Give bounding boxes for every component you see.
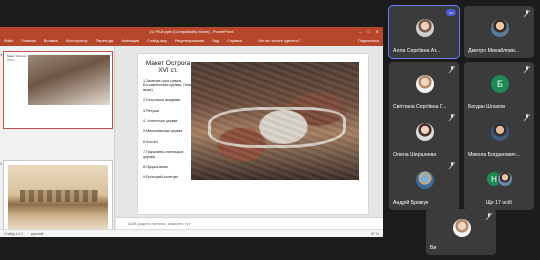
participant-tile[interactable]: Андрій Брижук <box>389 158 459 210</box>
thumb-number-2: 2 <box>0 161 3 166</box>
slide-thumbnail-1[interactable]: Макет Острога XVI ст. <box>3 51 113 129</box>
status-language[interactable]: русский <box>31 232 44 236</box>
self-view-tile[interactable]: Ви <box>426 209 496 255</box>
tab-review[interactable]: Рецензирование <box>175 39 204 43</box>
share-button[interactable]: Поделиться <box>358 39 379 43</box>
thumb-sepia-photo <box>8 165 108 231</box>
participant-avatar <box>491 19 509 37</box>
mic-off-icon <box>524 66 530 73</box>
mic-off-icon <box>524 10 530 17</box>
ppt-window-title: (1) РАИ.pptx [Compatibility Mode] - Powe… <box>149 29 234 34</box>
thumb-mini-title: Макет Острога XVI ст. <box>7 54 27 62</box>
mic-off-icon <box>449 114 455 121</box>
more-participants-tile[interactable]: Н Ще 17 осіб <box>464 158 534 210</box>
participant-avatar <box>416 19 434 37</box>
slide-thumbnails-pane: 1 Макет Острога XVI ст. 2 <box>0 46 115 236</box>
ppt-workspace: 1 Макет Острога XVI ст. 2 Макет Острога … <box>0 46 383 236</box>
mic-off-icon <box>524 114 530 121</box>
tab-insert[interactable]: Вставка <box>44 39 58 43</box>
participant-tile[interactable]: Б Богдан Шлахов <box>464 62 534 114</box>
slide-item: 3.Ратуша <box>143 108 159 113</box>
slide-item: 2.Острозька академія <box>143 98 181 103</box>
tab-file[interactable]: Файл <box>4 39 13 43</box>
tab-help[interactable]: Справка <box>227 39 242 43</box>
slide-item: 8.Луцька вежа <box>143 165 168 170</box>
status-slide-count: Слайд 1 з 2 <box>4 231 23 236</box>
participant-avatar <box>416 75 434 93</box>
slide-item: 7.Параскево-пятницька церква <box>143 150 184 159</box>
participant-name: Ви <box>430 245 437 251</box>
mic-off-icon <box>449 66 455 73</box>
participant-avatar-letter: Б <box>491 75 509 93</box>
slide-item: 1.Замкова гора (замок, Богоявленська цер… <box>143 79 192 92</box>
mic-off-icon <box>449 162 455 169</box>
meeting-stage: (1) РАИ.pptx [Compatibility Mode] - Powe… <box>0 0 540 260</box>
tab-view[interactable]: Вид <box>212 39 219 43</box>
tab-home[interactable]: Главная <box>21 39 35 43</box>
participant-avatar-stack: Н <box>486 171 514 189</box>
tab-design[interactable]: Конструктор <box>66 39 88 43</box>
maximize-icon[interactable]: □ <box>367 29 369 34</box>
tab-transitions[interactable]: Переходы <box>96 39 114 43</box>
slide-title[interactable]: Макет Острога XVI ст. <box>143 60 193 74</box>
close-icon[interactable]: ✕ <box>376 29 379 34</box>
ppt-titlebar: (1) РАИ.pptx [Compatibility Mode] - Powe… <box>0 27 383 36</box>
tab-slideshow[interactable]: Слайд-шоу <box>147 39 167 43</box>
thumb-number-1: 1 <box>0 52 3 57</box>
ppt-ribbon: Файл Главная Вставка Конструктор Переход… <box>0 36 383 46</box>
participant-avatar <box>453 219 471 237</box>
participant-tile[interactable]: Світлана Сергіївна Г... <box>389 62 459 114</box>
more-participants-label: Ще 17 осіб <box>485 200 512 206</box>
participant-avatar <box>491 123 509 141</box>
status-zoom[interactable]: 57 % <box>371 232 379 236</box>
slide-editor: Макет Острога XVI ст. 1.Замкова гора (за… <box>116 46 383 229</box>
ppt-statusbar: Слайд 1 з 2 русский 57 % <box>0 229 383 237</box>
slide-item: 6.Костел <box>143 139 158 144</box>
shared-powerpoint-window[interactable]: (1) РАИ.pptx [Compatibility Mode] - Powe… <box>0 27 383 237</box>
participant-name: Алла Сергіївна Ат... <box>393 48 441 54</box>
thumb-mini-photo <box>28 55 110 105</box>
mic-off-icon <box>486 213 492 220</box>
speaking-indicator-icon: ••• <box>446 9 456 16</box>
participant-avatar <box>497 171 513 187</box>
slide-item: 4. Успенська церква <box>143 119 178 124</box>
slide-bullet-list[interactable]: 1.Замкова гора (замок, Богоявленська цер… <box>143 79 195 186</box>
participant-avatar <box>416 171 434 189</box>
tell-me-search[interactable]: Что вы хотите сделать? <box>258 39 300 43</box>
window-controls: – □ ✕ <box>359 29 379 34</box>
participant-name: Андрій Брижук <box>393 200 429 206</box>
participant-avatar <box>416 123 434 141</box>
participant-tile[interactable]: Олена Шершнева <box>389 110 459 162</box>
current-slide[interactable]: Макет Острога XVI ст. 1.Замкова гора (за… <box>138 54 368 214</box>
slide-item: 5.Миколаївська церква <box>143 129 183 134</box>
participant-name: Дмитро Михайлови... <box>468 48 520 54</box>
notes-pane[interactable]: Щоб додати нотатки, клацніть тут <box>116 217 383 229</box>
minimize-icon[interactable]: – <box>359 29 361 34</box>
participant-tile[interactable]: Дмитро Михайлови... <box>464 6 534 58</box>
participant-tile[interactable]: ••• Алла Сергіївна Ат... <box>388 5 460 59</box>
slide-item: 9.Ерітський колегіум <box>143 175 178 180</box>
ostroh-model-photo[interactable] <box>191 62 359 180</box>
slide-thumbnail-2[interactable] <box>3 160 113 236</box>
tab-animations[interactable]: Анимация <box>121 39 139 43</box>
participant-tile[interactable]: Микола Богданович... <box>464 110 534 162</box>
